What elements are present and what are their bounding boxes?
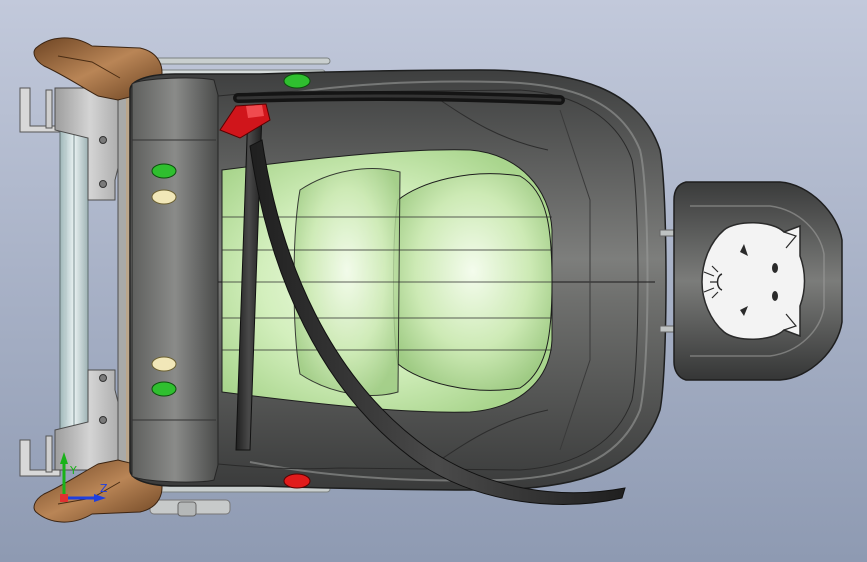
seat-model-canvas[interactable]: Y Z: [0, 0, 867, 562]
y-axis-label: Y: [69, 464, 77, 477]
z-axis-label: Z: [100, 482, 108, 495]
indicator-red-bottom: [283, 473, 311, 489]
triad-origin: [60, 494, 68, 502]
indicator-cream-lower: [151, 356, 177, 372]
headrest[interactable]: [659, 181, 843, 381]
indicator-green-lower: [151, 381, 177, 397]
indicator-green-upper: [151, 163, 177, 179]
cat-face-icon: [701, 222, 806, 340]
indicator-green-top: [283, 73, 311, 89]
cad-viewport[interactable]: Y Z: [0, 0, 867, 562]
indicator-cream-upper: [151, 189, 177, 205]
